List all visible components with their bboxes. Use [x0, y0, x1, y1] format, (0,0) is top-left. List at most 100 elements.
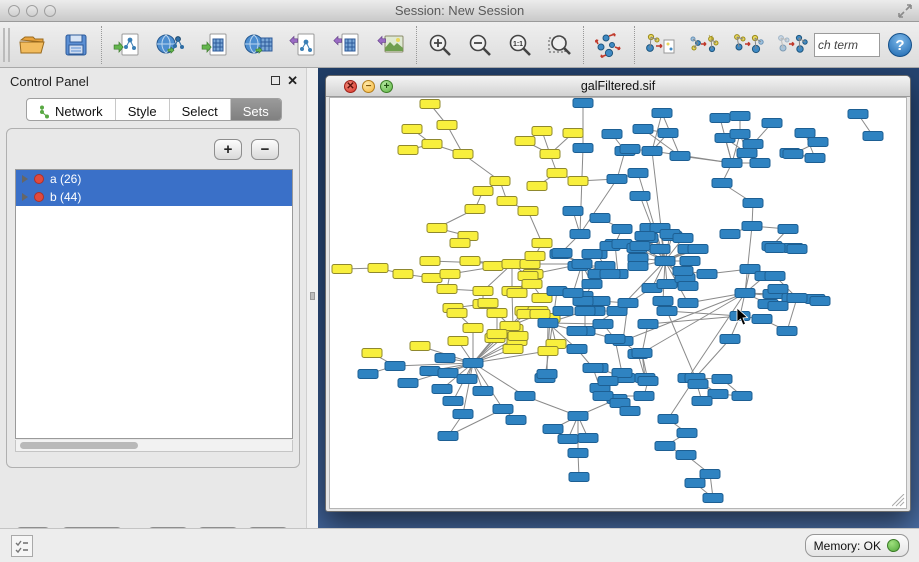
panel-splitter[interactable] — [306, 68, 318, 528]
zoom-actual-size-icon[interactable]: 1:1 — [500, 25, 540, 65]
close-panel-icon[interactable]: ✕ — [287, 73, 298, 89]
help-icon[interactable]: ? — [888, 33, 912, 57]
sets-list[interactable]: a (26) b (44) — [15, 169, 293, 439]
graph-node — [568, 449, 588, 458]
task-history-icon[interactable] — [11, 535, 33, 557]
graph-node — [795, 129, 815, 138]
tab-sets[interactable]: Sets — [231, 99, 281, 121]
graph-node — [712, 375, 732, 384]
control-panel-title: Control Panel — [10, 74, 89, 89]
export-image-icon[interactable] — [369, 25, 413, 65]
graph-node — [677, 429, 697, 438]
splitter-handle[interactable] — [310, 292, 315, 300]
import-table-web-icon[interactable] — [237, 25, 281, 65]
apply-layout-icon[interactable] — [587, 25, 631, 65]
show-all-icon[interactable] — [770, 25, 814, 65]
horizontal-scrollbar[interactable] — [15, 440, 293, 452]
graph-node — [678, 299, 698, 308]
graph-node — [437, 285, 457, 294]
export-network-icon[interactable] — [281, 25, 325, 65]
tab-style[interactable]: Style — [116, 99, 170, 121]
graph-node — [422, 140, 442, 149]
tab-select[interactable]: Select — [170, 99, 231, 121]
graph-node — [575, 307, 595, 316]
remove-set-button[interactable]: − — [251, 139, 279, 160]
open-session-icon[interactable] — [10, 25, 54, 65]
graph-node — [473, 287, 493, 296]
control-panel: Control Panel ✕ Network Style Select Set… — [0, 68, 306, 528]
graph-node — [385, 362, 405, 371]
expander-icon[interactable] — [22, 175, 28, 183]
graph-node — [368, 264, 388, 273]
graph-node — [642, 147, 662, 156]
graph-node — [427, 224, 447, 233]
set-row-b[interactable]: b (44) — [16, 188, 292, 206]
import-network-file-icon[interactable] — [105, 25, 149, 65]
graph-node — [655, 442, 675, 451]
graph-edge — [695, 339, 730, 378]
expander-icon[interactable] — [22, 193, 28, 201]
graph-node — [448, 337, 468, 346]
graph-edge — [580, 148, 583, 234]
graph-node — [730, 312, 750, 321]
graph-node — [863, 132, 883, 141]
graph-node — [700, 470, 720, 479]
network-window-titlebar[interactable]: ✕ − + galFiltered.sif — [326, 76, 910, 97]
graph-node — [525, 252, 545, 261]
graph-node — [460, 257, 480, 266]
graph-node — [543, 425, 563, 434]
resize-grip[interactable] — [892, 494, 905, 507]
sets-panel: + − a (26) b (44) — [6, 128, 300, 468]
graph-node — [737, 149, 757, 158]
graph-node — [593, 320, 613, 329]
import-network-web-icon[interactable] — [149, 25, 193, 65]
set-row-a[interactable]: a (26) — [16, 170, 292, 188]
graph-node — [530, 310, 550, 319]
graph-node — [673, 234, 693, 243]
zoom-out-icon[interactable] — [460, 25, 500, 65]
set-color-icon — [34, 192, 44, 202]
graph-node — [765, 272, 785, 281]
graph-node — [632, 349, 652, 358]
graph-node — [697, 270, 717, 279]
toolbar-grip[interactable] — [3, 28, 10, 62]
enlarge-selection-icon[interactable] — [726, 25, 770, 65]
import-table-file-icon[interactable] — [193, 25, 237, 65]
float-panel-icon[interactable] — [271, 76, 280, 85]
tab-network[interactable]: Network — [27, 99, 116, 121]
memory-ok-indicator — [887, 539, 900, 552]
graph-node — [478, 299, 498, 308]
new-network-from-selection-icon[interactable] — [638, 25, 682, 65]
scrollbar-thumb[interactable] — [20, 442, 138, 449]
graph-node — [583, 364, 603, 373]
graph-node — [507, 289, 527, 298]
graph-node — [635, 232, 655, 241]
network-view-title: galFiltered.sif — [326, 79, 910, 93]
graph-node — [463, 359, 483, 368]
select-first-neighbors-icon[interactable] — [682, 25, 726, 65]
graph-node — [515, 137, 535, 146]
graph-node — [657, 307, 677, 316]
memory-status-button[interactable]: Memory: OK — [805, 534, 909, 557]
memory-status-label: Memory: OK — [814, 539, 881, 553]
search-input[interactable] — [814, 33, 880, 57]
graph-node — [487, 330, 507, 339]
zoom-selected-icon[interactable] — [540, 25, 580, 65]
network-graph[interactable] — [330, 98, 908, 510]
graph-node — [578, 434, 598, 443]
graph-node — [676, 451, 696, 460]
graph-node — [805, 154, 825, 163]
graph-node — [503, 345, 523, 354]
save-session-icon[interactable] — [54, 25, 98, 65]
graph-node — [620, 145, 640, 154]
add-set-button[interactable]: + — [214, 139, 242, 160]
graph-node — [567, 327, 587, 336]
network-canvas[interactable] — [329, 97, 907, 509]
network-view-window[interactable]: ✕ − + galFiltered.sif — [325, 75, 911, 512]
zoom-in-icon[interactable] — [420, 25, 460, 65]
app-titlebar[interactable]: Session: New Session — [0, 0, 919, 22]
export-table-icon[interactable] — [325, 25, 369, 65]
set-label: b (44) — [50, 190, 81, 204]
application-window: Session: New Session — [0, 0, 919, 562]
fullscreen-icon[interactable] — [897, 3, 913, 19]
